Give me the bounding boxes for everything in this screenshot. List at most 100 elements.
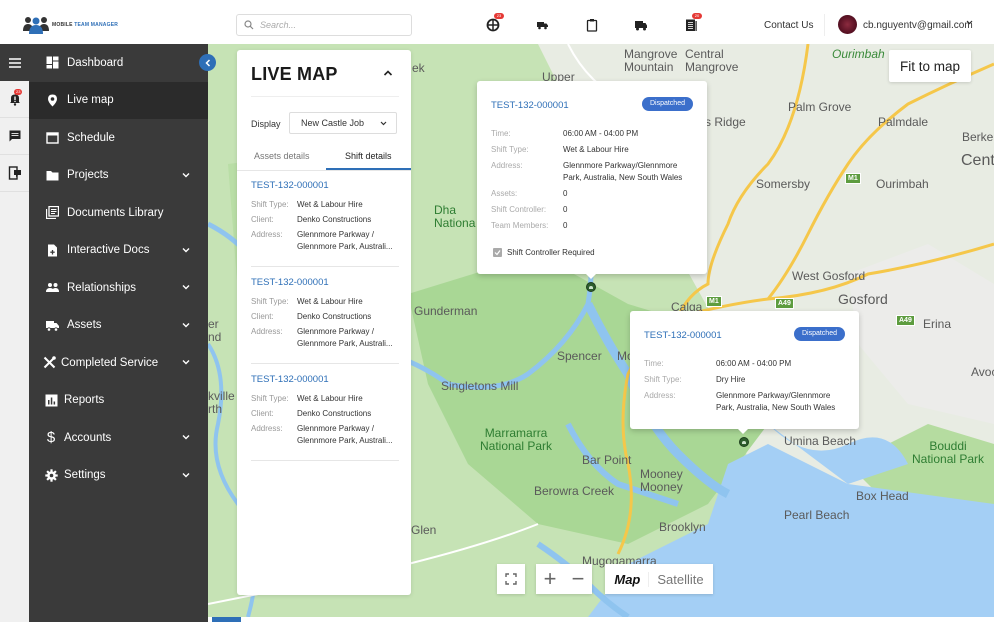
sidebar-item-interactive-docs[interactable]: Interactive Docs <box>29 232 208 270</box>
shift-controller-required-checkbox[interactable]: Shift Controller Required <box>493 248 595 257</box>
tab-assets-details[interactable]: Assets details <box>254 151 310 161</box>
sidebar-item-assets[interactable]: Assets <box>29 307 208 345</box>
chevron-down-icon[interactable] <box>181 170 191 180</box>
client-value: Denko Constructions <box>297 312 372 321</box>
sidebar-item-label: Documents Library <box>67 206 164 219</box>
hamburger-menu-button[interactable] <box>0 44 29 81</box>
display-select[interactable]: New Castle Job <box>289 112 397 134</box>
sidebar-item-accounts[interactable]: $ Accounts <box>29 419 208 457</box>
checkbox-checked-icon <box>493 248 502 257</box>
popup-shift-id-link[interactable]: TEST-132-000001 <box>491 100 569 111</box>
shift-id-link[interactable]: TEST-132-000001 <box>251 374 399 385</box>
tools-icon <box>42 356 56 370</box>
search-input[interactable] <box>260 20 400 30</box>
field-label: Address: <box>251 327 283 336</box>
chevron-down-icon[interactable] <box>181 320 191 330</box>
shift-list-item[interactable]: TEST-132-000001 Shift Type: Wet & Labour … <box>251 277 399 364</box>
shift-map-marker[interactable] <box>586 282 596 292</box>
search-box[interactable] <box>236 14 412 36</box>
shift-list-item[interactable]: TEST-132-000001 Shift Type: Wet & Labour … <box>251 374 399 461</box>
field-label: Client: <box>251 409 274 418</box>
display-select-value: New Castle Job <box>301 118 365 128</box>
sidebar-item-documents-library[interactable]: Documents Library <box>29 194 208 232</box>
sidebar-item-label: Reports <box>64 394 105 407</box>
map-place-label: Dha Nationa <box>434 203 476 231</box>
documents-badge: 20 <box>692 13 702 19</box>
sidebar-item-label: Dashboard <box>67 56 124 69</box>
map-place-label: West Gosford <box>792 269 866 283</box>
rail-device-chat-button[interactable] <box>0 155 29 192</box>
map-place-label: Central Mangrove <box>685 47 739 75</box>
shift-id-link[interactable]: TEST-132-000001 <box>251 180 399 191</box>
map-type-map-button[interactable]: Map <box>606 572 648 587</box>
map-place-label: Palmdale <box>878 115 929 129</box>
shift-list-item[interactable]: TEST-132-000001 Shift Type: Wet & Labour … <box>251 180 399 267</box>
shift-map-marker[interactable] <box>739 437 749 447</box>
map-type-satellite-button[interactable]: Satellite <box>648 571 711 587</box>
shift-type-value: Dry Hire <box>716 375 746 384</box>
sidebar-item-settings[interactable]: Settings <box>29 457 208 495</box>
sidebar-item-reports[interactable]: Reports <box>29 382 208 420</box>
chevron-down-icon[interactable] <box>181 470 191 480</box>
field-label: Shift Type: <box>251 394 289 403</box>
shift-id-link[interactable]: TEST-132-000001 <box>251 277 399 288</box>
sidebar-item-completed-service[interactable]: Completed Service <box>29 344 208 382</box>
globe-button[interactable]: 23 <box>485 13 504 33</box>
doc-add-icon <box>45 243 59 257</box>
team-logo-icon <box>22 15 50 35</box>
sidebar-nav: Dashboard Live map Schedule Projects Doc… <box>29 44 208 622</box>
map-place-label: Singletons Mill <box>441 379 519 393</box>
shift-list: TEST-132-000001 Shift Type: Wet & Labour … <box>251 180 399 471</box>
chevron-down-icon[interactable] <box>181 432 191 442</box>
chevron-down-icon[interactable] <box>181 282 191 292</box>
shift-info-popup: TEST-132-000001 Dispatched Time: 06:00 AM… <box>630 311 859 434</box>
top-bar: MOBILE TEAM MANAGER 23 20 Contact Us cb.… <box>0 0 994 44</box>
field-label: Address: <box>491 161 523 170</box>
map-place-label: Avoca <box>971 365 994 379</box>
user-menu-chevron-icon[interactable] <box>966 19 973 28</box>
hamburger-icon <box>8 57 21 68</box>
documents-button[interactable]: 20 <box>683 13 702 33</box>
sidebar-item-schedule[interactable]: Schedule <box>29 119 208 157</box>
field-label: Client: <box>251 215 274 224</box>
sidebar-item-label: Live map <box>67 94 114 107</box>
user-avatar[interactable] <box>838 15 857 34</box>
shift-info-popup: TEST-132-000001 Dispatched Time: 06:00 AM… <box>477 81 707 279</box>
tab-shift-details[interactable]: Shift details <box>345 151 392 161</box>
app-logo[interactable]: MOBILE TEAM MANAGER <box>22 15 118 35</box>
address-value: Glennmore Parkway/Glennmore Park, Austral… <box>563 161 683 182</box>
sidebar-item-live-map[interactable]: Live map <box>29 81 208 119</box>
sidebar-item-dashboard[interactable]: Dashboard <box>29 44 208 82</box>
fullscreen-button[interactable] <box>497 564 525 594</box>
rail-notifications-button[interactable]: 23 <box>0 81 29 118</box>
user-email[interactable]: cb.nguyentv@gmail.com <box>863 20 973 31</box>
gear-icon <box>44 468 58 482</box>
chevron-up-icon[interactable] <box>383 68 393 78</box>
truck-button[interactable] <box>633 17 649 33</box>
sidebar-item-projects[interactable]: Projects <box>29 157 208 195</box>
contact-us-link[interactable]: Contact Us <box>764 20 813 31</box>
field-label: Shift Controller: <box>491 205 547 214</box>
sidebar-item-relationships[interactable]: Relationships <box>29 269 208 307</box>
map-place-label: Pearl Beach <box>784 508 850 522</box>
globe-icon <box>486 18 500 32</box>
map-place-label: Cent <box>961 152 994 169</box>
clipboard-button[interactable] <box>584 17 600 33</box>
left-rail: 23 <box>0 44 29 622</box>
zoom-controls: + − <box>536 564 592 594</box>
rail-messages-button[interactable] <box>0 118 29 155</box>
chevron-down-icon[interactable] <box>181 245 191 255</box>
address-value: Glennmore Parkway / Glennmore Park, Austr… <box>297 424 393 445</box>
chevron-down-icon[interactable] <box>181 357 191 367</box>
time-value: 06:00 AM - 04:00 PM <box>716 359 792 368</box>
fast-truck-button[interactable] <box>534 17 550 33</box>
map-place-label: er nd <box>208 317 222 345</box>
map-place-label: Brooklyn <box>659 520 706 534</box>
truck-fast-icon <box>537 22 548 30</box>
zoom-out-button[interactable]: − <box>564 564 592 594</box>
popup-shift-id-link[interactable]: TEST-132-000001 <box>644 330 722 341</box>
sidebar-collapse-button[interactable] <box>199 54 216 71</box>
zoom-in-button[interactable]: + <box>536 564 564 594</box>
map-place-label: Marramarra National Park <box>480 426 553 454</box>
fit-to-map-button[interactable]: Fit to map <box>889 50 971 82</box>
